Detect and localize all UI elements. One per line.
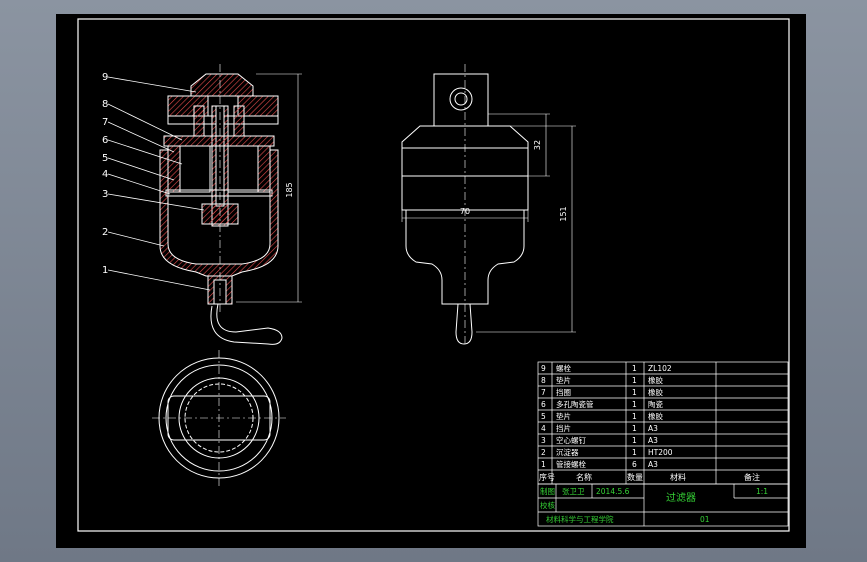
draw-label: 制图 (540, 486, 555, 496)
table-row: 4 挡片 1 A3 (541, 423, 658, 433)
svg-text:陶瓷: 陶瓷 (648, 399, 663, 409)
svg-text:序号: 序号 (539, 472, 555, 482)
svg-text:名称: 名称 (576, 472, 592, 482)
svg-text:数量: 数量 (627, 472, 643, 482)
balloon-4: 4 (102, 169, 108, 180)
section-view (159, 64, 283, 345)
dimension-right-height: 151 (476, 125, 576, 333)
table-row: 5 垫片 1 橡胶 (541, 411, 663, 421)
svg-text:70: 70 (460, 207, 470, 216)
drawing-canvas: 9 8 7 6 5 4 3 2 1 185 32 70 151 9 螺栓 1 Z… (77, 18, 790, 532)
table-row: 8 垫片 1 橡胶 (541, 375, 663, 385)
date: 2014.5.6 (596, 487, 630, 496)
svg-text:垫片: 垫片 (556, 375, 571, 385)
svg-text:HT200: HT200 (648, 448, 673, 457)
svg-text:6: 6 (632, 460, 637, 469)
svg-text:1: 1 (632, 412, 637, 421)
balloon-8: 8 (102, 99, 108, 110)
svg-text:6: 6 (541, 400, 546, 409)
table-row: 1 管接螺栓 6 A3 (541, 459, 658, 469)
svg-text:橡胶: 橡胶 (648, 411, 663, 421)
svg-text:185: 185 (285, 182, 294, 197)
svg-text:1: 1 (632, 400, 637, 409)
balloon-9: 9 (102, 72, 108, 83)
svg-text:垫片: 垫片 (556, 411, 571, 421)
drawing-sheet: 9 8 7 6 5 4 3 2 1 185 32 70 151 9 螺栓 1 Z… (56, 14, 806, 548)
svg-text:32: 32 (533, 140, 542, 150)
scale: 1:1 (756, 487, 768, 496)
dimension-right-upper: 32 (488, 113, 550, 177)
svg-text:8: 8 (541, 376, 546, 385)
drafter: 张卫卫 (562, 487, 585, 496)
svg-text:1: 1 (632, 436, 637, 445)
svg-text:1: 1 (632, 424, 637, 433)
balloon-2: 2 (102, 227, 108, 238)
school: 材料科学与工程学院 (546, 514, 614, 524)
svg-text:橡胶: 橡胶 (648, 387, 663, 397)
drawing-title: 过滤器 (666, 491, 696, 504)
table-row: 7 挡圈 1 橡胶 (541, 387, 663, 397)
svg-text:空心螺钉: 空心螺钉 (556, 435, 586, 445)
svg-text:橡胶: 橡胶 (648, 375, 663, 385)
check-label: 校核 (540, 500, 555, 510)
balloon-1: 1 (102, 265, 108, 276)
svg-text:1: 1 (632, 364, 637, 373)
svg-text:1: 1 (632, 448, 637, 457)
svg-text:A3: A3 (648, 436, 658, 445)
top-view (152, 350, 286, 486)
svg-text:151: 151 (559, 206, 568, 221)
svg-text:备注: 备注 (744, 472, 760, 482)
svg-text:9: 9 (541, 364, 546, 373)
svg-text:挡圈: 挡圈 (556, 387, 571, 397)
svg-text:沉淀器: 沉淀器 (556, 447, 579, 457)
balloon-5: 5 (102, 153, 108, 164)
drawing-number: 01 (700, 515, 710, 524)
svg-text:多孔陶瓷管: 多孔陶瓷管 (556, 399, 594, 409)
svg-text:A3: A3 (648, 424, 658, 433)
svg-text:挡片: 挡片 (556, 423, 571, 433)
svg-text:5: 5 (541, 412, 546, 421)
table-row: 6 多孔陶瓷管 1 陶瓷 (541, 399, 663, 409)
svg-text:管接螺栓: 管接螺栓 (556, 459, 586, 469)
svg-text:螺栓: 螺栓 (556, 363, 571, 373)
table-row: 2 沉淀器 1 HT200 (541, 447, 673, 457)
svg-text:1: 1 (541, 460, 546, 469)
table-row: 3 空心螺钉 1 A3 (541, 435, 658, 445)
svg-text:1: 1 (632, 388, 637, 397)
svg-text:A3: A3 (648, 460, 658, 469)
cad-viewport: 9 8 7 6 5 4 3 2 1 185 32 70 151 9 螺栓 1 Z… (0, 0, 867, 562)
svg-text:3: 3 (541, 436, 546, 445)
balloon-6: 6 (102, 135, 108, 146)
front-view (401, 64, 529, 345)
svg-text:4: 4 (541, 424, 546, 433)
svg-text:材料: 材料 (670, 472, 686, 482)
balloon-3: 3 (102, 189, 108, 200)
balloon-7: 7 (102, 117, 108, 128)
svg-text:ZL102: ZL102 (648, 364, 672, 373)
svg-text:2: 2 (541, 448, 546, 457)
table-row: 9 螺栓 1 ZL102 (541, 363, 672, 373)
svg-text:1: 1 (632, 376, 637, 385)
svg-text:7: 7 (541, 388, 546, 397)
bom-header: 序号 名称 数量 材料 备注 (539, 472, 760, 482)
bom-rows: 9 螺栓 1 ZL102 8 垫片 1 橡胶 7 挡圈 1 橡胶 6 多孔陶瓷管… (539, 363, 760, 482)
